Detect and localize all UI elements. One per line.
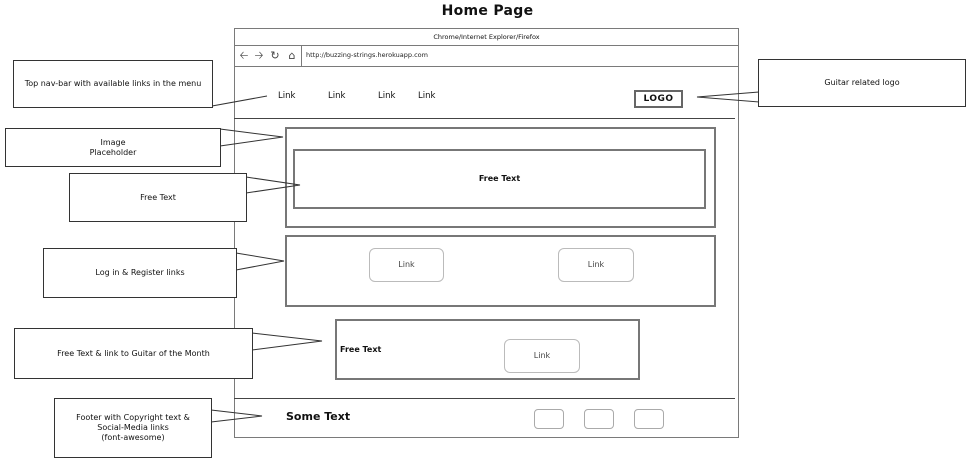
nav-callout: Top nav-bar with available links in the …	[13, 60, 213, 108]
login-callout: Log in & Register links	[43, 248, 237, 298]
nav-callout-pointer	[211, 95, 268, 107]
footer-callout-text-3: (font-awesome)	[101, 433, 165, 442]
image-callout-text-1: Image	[100, 137, 126, 147]
logo-callout-text: Guitar related logo	[824, 78, 900, 87]
nav-callout-text: Top nav-bar with available links in the …	[24, 79, 202, 88]
logo-callout-pointer	[696, 91, 760, 103]
image-callout-text-2: Placeholder	[89, 147, 137, 157]
gotm-callout: Free Text & link to Guitar of the Month	[14, 328, 253, 379]
freetext-callout-pointer	[245, 176, 301, 194]
login-callout-text: Log in & Register links	[95, 268, 185, 277]
freetext-callout: Free Text	[69, 173, 247, 222]
footer-callout-text-2: Social-Media links	[97, 423, 169, 432]
footer-callout-text-1: Footer with Copyright text &	[76, 413, 190, 422]
gotm-callout-pointer	[251, 332, 323, 351]
login-callout-pointer	[235, 252, 285, 271]
gotm-callout-text: Free Text & link to Guitar of the Month	[57, 348, 210, 358]
footer-callout: Footer with Copyright text & Social-Medi…	[54, 398, 212, 458]
logo-callout: Guitar related logo	[758, 59, 966, 107]
image-callout-pointer	[219, 128, 284, 147]
image-callout: Image Placeholder	[5, 128, 221, 167]
freetext-callout-text: Free Text	[140, 192, 176, 202]
footer-callout-pointer	[210, 409, 263, 423]
